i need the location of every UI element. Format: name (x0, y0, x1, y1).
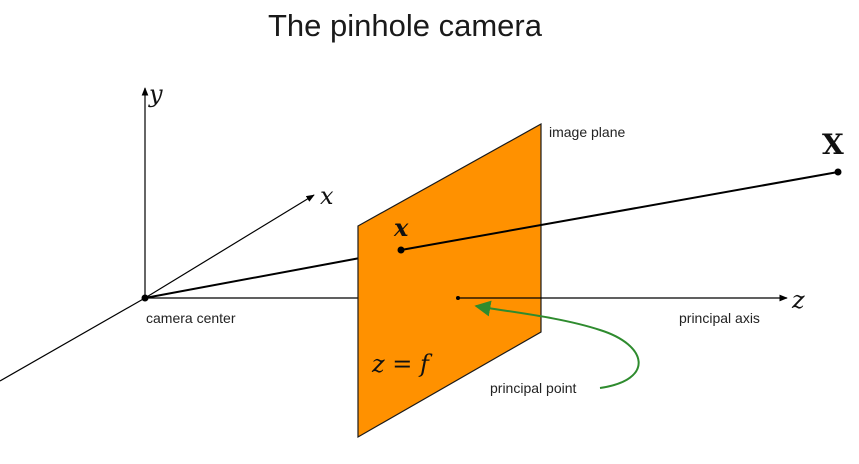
x-axis-label: x (320, 182, 334, 210)
camera-center-point (141, 294, 149, 302)
principal-point-label: principal point (490, 380, 576, 396)
z-axis-label: z (791, 286, 805, 314)
plane-equation-label: z = f (371, 350, 433, 378)
negative-x-axis-line (0, 297, 146, 382)
world-point (834, 168, 842, 176)
principal-point-dot (456, 296, 460, 300)
image-point-label: x (393, 213, 409, 242)
image-point (397, 246, 405, 254)
principal-axis-label: principal axis (679, 310, 760, 326)
pinhole-camera-diagram: The pinhole camera y x z image plane cam… (0, 0, 859, 464)
camera-center-label: camera center (146, 310, 236, 326)
diagram-canvas: y x z image plane camera center principa… (0, 80, 844, 439)
image-plane-label: image plane (549, 124, 625, 140)
y-axis-label: y (148, 80, 163, 108)
world-point-label: X (822, 128, 844, 161)
